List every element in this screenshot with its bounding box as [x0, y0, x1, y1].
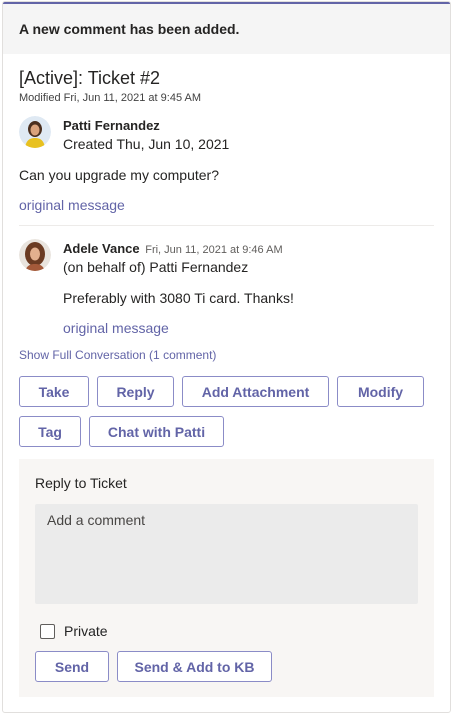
ticket-card: A new comment has been added. [Active]: … — [2, 1, 451, 713]
private-checkbox[interactable] — [40, 623, 55, 639]
action-row-2: Tag Chat with Patti — [19, 416, 434, 447]
card-content: [Active]: Ticket #2 Modified Fri, Jun 11… — [3, 68, 450, 697]
comment-time: Fri, Jun 11, 2021 at 9:46 AM — [145, 244, 283, 256]
comment-author: Adele Vance — [63, 241, 140, 256]
reply-panel-title: Reply to Ticket — [35, 475, 127, 491]
action-row-1: Take Reply Add Attachment Modify — [19, 376, 434, 407]
tag-button[interactable]: Tag — [19, 416, 81, 447]
add-attachment-button[interactable]: Add Attachment — [182, 376, 329, 407]
created-date: Created Thu, Jun 10, 2021 — [63, 136, 230, 152]
reply-panel: Reply to Ticket Private Send Send & Add … — [19, 459, 434, 697]
original-message-link[interactable]: original message — [19, 197, 434, 213]
notification-banner: A new comment has been added. — [3, 4, 450, 54]
adele-avatar — [19, 239, 51, 271]
comment-header: Adele Vance Fri, Jun 11, 2021 at 9:46 AM — [63, 241, 434, 256]
modified-timestamp: Modified Fri, Jun 11, 2021 at 9:45 AM — [19, 92, 202, 104]
requester-name: Patti Fernandez — [63, 118, 160, 133]
comment-behalf: (on behalf of) Patti Fernandez — [63, 259, 249, 275]
show-full-conversation-link[interactable]: Show Full Conversation (1 comment) — [19, 348, 434, 362]
reply-button[interactable]: Reply — [97, 376, 174, 407]
send-button[interactable]: Send — [35, 651, 109, 682]
send-add-kb-button[interactable]: Send & Add to KB — [117, 651, 272, 682]
comment-original-link[interactable]: original message — [63, 320, 434, 336]
comment-item: Adele Vance Fri, Jun 11, 2021 at 9:46 AM… — [19, 239, 434, 336]
reply-actions: Send Send & Add to KB — [35, 651, 418, 682]
comment-message: Preferably with 3080 Ti card. Thanks! — [63, 290, 294, 306]
modify-button[interactable]: Modify — [337, 376, 424, 407]
private-row: Private — [35, 623, 418, 639]
take-button[interactable]: Take — [19, 376, 89, 407]
chat-button[interactable]: Chat with Patti — [89, 416, 224, 447]
requester-row: Patti Fernandez Created Thu, Jun 10, 202… — [19, 116, 434, 152]
private-label: Private — [64, 623, 108, 639]
patti-avatar — [19, 116, 51, 148]
divider — [19, 225, 434, 226]
ticket-title: [Active]: Ticket #2 — [19, 68, 161, 88]
comment-input[interactable] — [35, 504, 418, 604]
ticket-message: Can you upgrade my computer? — [19, 167, 219, 183]
